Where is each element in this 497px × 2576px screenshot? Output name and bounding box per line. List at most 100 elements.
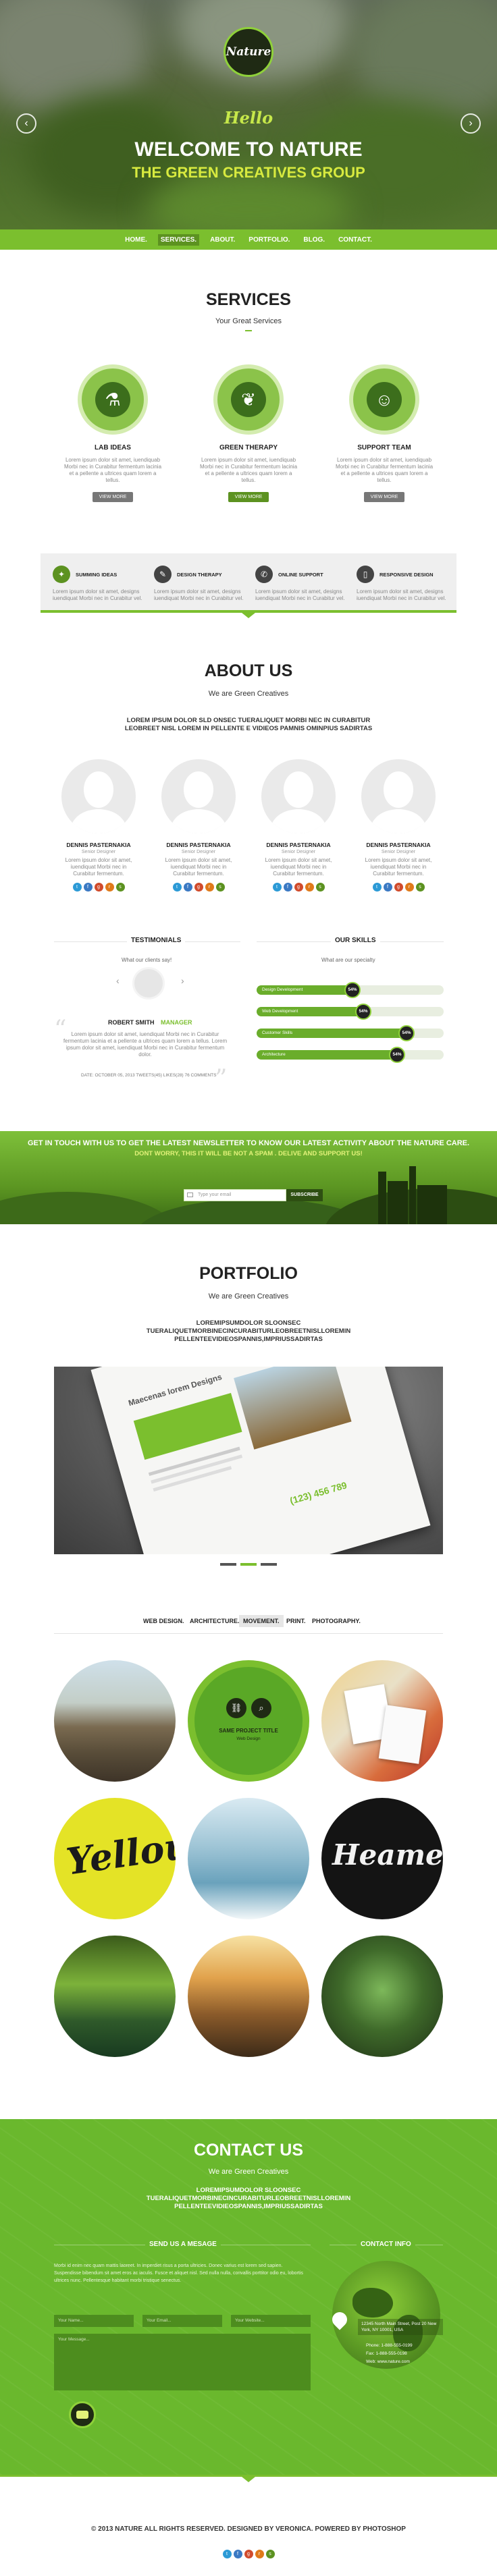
website: Web: www.nature.com bbox=[366, 2359, 410, 2364]
client-name: ROBERT SMITH bbox=[108, 1019, 155, 1026]
view-more-button[interactable]: VIEW MORE bbox=[228, 492, 269, 502]
facebook-icon[interactable]: f bbox=[283, 883, 292, 892]
filter-architecture[interactable]: ARCHITECTURE. bbox=[186, 1615, 244, 1627]
portfolio-item-business-cards[interactable] bbox=[321, 1660, 443, 1782]
member-text: Lorem ipsum dolor sit amet, iuendiquat M… bbox=[265, 857, 332, 877]
facebook-icon[interactable]: f bbox=[383, 883, 392, 892]
share-icon[interactable]: s bbox=[315, 883, 325, 892]
testimonial-prev-icon[interactable]: ‹ bbox=[116, 975, 120, 986]
share-icon[interactable]: s bbox=[215, 883, 225, 892]
nav-about[interactable]: ABOUT. bbox=[207, 234, 238, 246]
message-textarea[interactable]: Your Message... bbox=[54, 2334, 311, 2390]
portfolio-item-overlay[interactable]: ⛓ ⌕ SAME PROJECT TITLE Web Design bbox=[188, 1660, 309, 1782]
service-circle: ❦ bbox=[213, 364, 284, 435]
service-title: GREEN THERAPY bbox=[219, 444, 278, 451]
testimonial-next-icon[interactable]: › bbox=[181, 975, 184, 986]
twitter-icon[interactable]: t bbox=[272, 883, 282, 892]
google-icon[interactable]: g bbox=[394, 883, 403, 892]
portfolio-featured-image[interactable]: Maecenas lorem Designs (123) 456 789 bbox=[54, 1367, 443, 1554]
view-more-button[interactable]: VIEW MORE bbox=[363, 492, 405, 502]
name-input[interactable]: Your Name... bbox=[54, 2315, 134, 2327]
send-button[interactable] bbox=[69, 2401, 96, 2428]
rss-icon[interactable]: r bbox=[305, 883, 314, 892]
bulb-icon: ✦ bbox=[53, 566, 70, 583]
google-icon[interactable]: g bbox=[294, 883, 303, 892]
view-more-button[interactable]: VIEW MORE bbox=[92, 492, 134, 502]
facebook-icon[interactable]: f bbox=[83, 883, 93, 892]
overlay-title: SAME PROJECT TITLE bbox=[219, 1728, 278, 1734]
logo[interactable]: Nature bbox=[224, 27, 273, 77]
member-text: Lorem ipsum dolor sit amet, iuendiquat M… bbox=[65, 857, 132, 877]
portfolio-item-water-plants[interactable] bbox=[54, 1936, 176, 2057]
google-icon[interactable]: g bbox=[194, 883, 203, 892]
slider-dot-active[interactable] bbox=[240, 1563, 257, 1566]
service-text: Lorem ipsum dolor sit amet, iuendiquab M… bbox=[199, 457, 298, 483]
nav-contact[interactable]: CONTACT. bbox=[336, 234, 375, 246]
nav-services[interactable]: SERVICES. bbox=[157, 234, 200, 246]
twitter-icon[interactable]: t bbox=[72, 883, 82, 892]
share-icon[interactable]: s bbox=[265, 2550, 275, 2558]
zoom-icon[interactable]: ⌕ bbox=[251, 1698, 271, 1718]
service-text: Lorem ipsum dolor sit amet, iuendiquab M… bbox=[335, 457, 434, 483]
chat-icon: ✆ bbox=[255, 566, 273, 583]
website-input[interactable]: Your Website... bbox=[231, 2315, 311, 2327]
skill-fill: Architecture bbox=[257, 1050, 402, 1060]
newsletter-email-input[interactable]: Type your email bbox=[184, 1189, 286, 1201]
slider-dot[interactable] bbox=[261, 1563, 277, 1566]
filter-print[interactable]: PRINT. bbox=[282, 1615, 310, 1627]
twitter-icon[interactable]: t bbox=[222, 2550, 232, 2558]
twitter-icon[interactable]: t bbox=[172, 883, 182, 892]
portfolio-item-mantis[interactable] bbox=[321, 1936, 443, 2057]
facebook-icon[interactable]: f bbox=[233, 2550, 242, 2558]
portfolio-item-mountain[interactable] bbox=[54, 1660, 176, 1782]
member-name: DENNIS PASTERNAKIA bbox=[166, 842, 231, 848]
feature-text: Lorem ipsum dolor sit amet, designs iuen… bbox=[357, 588, 446, 601]
footer-notch bbox=[242, 2477, 255, 2482]
phone: Phone: 1-888-555-0199 bbox=[366, 2343, 413, 2348]
filter-web-design[interactable]: WEB DESIGN. bbox=[139, 1615, 188, 1627]
portfolio-item-heamer-lettering[interactable]: Heamer bbox=[321, 1798, 443, 1919]
info-title: CONTACT INFO bbox=[357, 2241, 415, 2248]
member-name: DENNIS PASTERNAKIA bbox=[266, 842, 331, 848]
filter-photography[interactable]: PHOTOGRAPHY. bbox=[308, 1615, 365, 1627]
feature-text: Lorem ipsum dolor sit amet, designs iuen… bbox=[53, 588, 142, 601]
google-icon[interactable]: g bbox=[244, 2550, 253, 2558]
subscribe-button[interactable]: SUBSCRIBE bbox=[286, 1189, 323, 1201]
portfolio-item-ice[interactable] bbox=[188, 1798, 309, 1919]
nav-blog[interactable]: BLOG. bbox=[300, 234, 328, 246]
nav-portfolio[interactable]: PORTFOLIO. bbox=[246, 234, 292, 246]
mail-icon bbox=[187, 1193, 193, 1197]
overlay-subtitle: Web Design bbox=[236, 1736, 261, 1741]
facebook-icon[interactable]: f bbox=[183, 883, 192, 892]
google-icon[interactable]: g bbox=[94, 883, 103, 892]
portfolio-item-yellow-lettering[interactable]: Yelloü bbox=[54, 1798, 176, 1919]
feature-design-therapy: ✎ DESIGN THERAPY Lorem ipsum dolor sit a… bbox=[154, 566, 255, 602]
filter-movement[interactable]: MOVEMENT. bbox=[239, 1615, 284, 1627]
mockup-phone: (123) 456 789 bbox=[288, 1479, 348, 1506]
avatar bbox=[361, 759, 436, 833]
share-icon[interactable]: s bbox=[115, 883, 125, 892]
slider-dot[interactable] bbox=[220, 1563, 236, 1566]
phone-icon: ▯ bbox=[357, 566, 374, 583]
skill-fill: Design Development bbox=[257, 985, 358, 995]
testimonials-title: TESTIMONIALS bbox=[127, 937, 186, 944]
email-input[interactable]: Your Email... bbox=[142, 2315, 222, 2327]
quote-close-icon: ” bbox=[215, 1065, 228, 1093]
service-title: SUPPORT TEAM bbox=[357, 444, 411, 451]
team-member: DENNIS PASTERNAKIA Senior Designer Lorem… bbox=[359, 759, 438, 892]
portfolio-subtitle: We are Green Creatives bbox=[208, 1292, 289, 1300]
member-name: DENNIS PASTERNAKIA bbox=[66, 842, 131, 848]
nav-home[interactable]: HOME. bbox=[122, 234, 150, 246]
twitter-icon[interactable]: t bbox=[372, 883, 382, 892]
rss-icon[interactable]: r bbox=[404, 883, 414, 892]
service-text: Lorem ipsum dolor sit amet, iuendiquab M… bbox=[63, 457, 162, 483]
rss-icon[interactable]: r bbox=[205, 883, 214, 892]
share-icon[interactable]: s bbox=[415, 883, 425, 892]
portfolio-item-sunset-field[interactable] bbox=[188, 1936, 309, 2057]
social-icons: tfgrs bbox=[359, 883, 438, 892]
avatar bbox=[161, 759, 236, 833]
skills-subtitle: What are our specialty bbox=[321, 957, 375, 963]
rss-icon[interactable]: r bbox=[105, 883, 114, 892]
link-icon[interactable]: ⛓ bbox=[226, 1698, 246, 1718]
rss-icon[interactable]: r bbox=[255, 2550, 264, 2558]
